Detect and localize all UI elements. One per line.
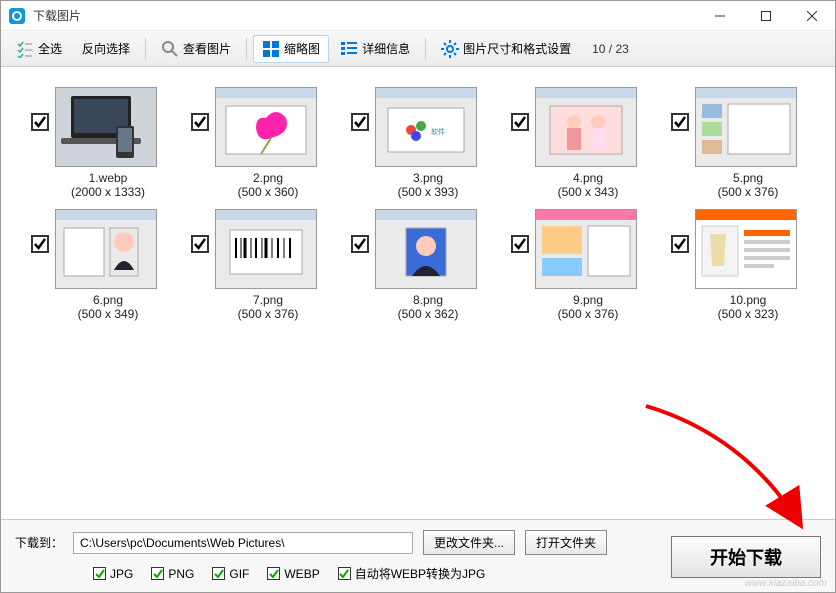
settings-button[interactable]: 图片尺寸和格式设置 (432, 35, 580, 63)
close-button[interactable] (789, 1, 835, 31)
view-image-label: 查看图片 (183, 40, 231, 57)
app-icon (9, 8, 25, 24)
select-all-label: 全选 (38, 40, 62, 57)
thumbnail-image[interactable] (55, 87, 157, 167)
thumbnail-image[interactable]: 软件 (375, 87, 477, 167)
path-input[interactable] (73, 532, 413, 554)
view-image-button[interactable]: 查看图片 (152, 35, 240, 63)
file-name: 4.png (535, 171, 641, 185)
save-to-label: 下载到： (15, 534, 63, 551)
thumbnail-checkbox[interactable] (671, 235, 689, 253)
thumbnail-checkbox[interactable] (671, 113, 689, 131)
format-gif-checkbox[interactable]: GIF (212, 567, 249, 581)
file-name: 2.png (215, 171, 321, 185)
thumbnail-item[interactable]: 6.png(500 x 349) (31, 209, 161, 321)
start-download-button[interactable]: 开始下载 (671, 536, 821, 578)
bottom-panel: 下载到： 更改文件夹... 打开文件夹 JPG PNG GIF WEBP 自动将… (1, 519, 835, 592)
format-webp-checkbox[interactable]: WEBP (267, 567, 319, 581)
image-dimensions: (500 x 376) (695, 185, 801, 199)
file-name: 5.png (695, 171, 801, 185)
settings-label: 图片尺寸和格式设置 (463, 40, 571, 57)
invert-select-label: 反向选择 (82, 40, 130, 57)
image-dimensions: (500 x 360) (215, 185, 321, 199)
image-dimensions: (2000 x 1333) (55, 185, 161, 199)
minimize-button[interactable] (697, 1, 743, 31)
image-dimensions: (500 x 393) (375, 185, 481, 199)
change-folder-button[interactable]: 更改文件夹... (423, 530, 515, 555)
file-name: 6.png (55, 293, 161, 307)
list-icon (340, 40, 358, 58)
maximize-button[interactable] (743, 1, 789, 31)
thumbnail-checkbox[interactable] (31, 113, 49, 131)
thumbnail-image[interactable] (535, 209, 637, 289)
thumbnail-checkbox[interactable] (511, 113, 529, 131)
thumbnail-grid: 1.webp(2000 x 1333) 2.png(500 x 360) 软件 3.p… (1, 67, 835, 341)
separator (246, 38, 247, 60)
file-name: 1.webp (55, 171, 161, 185)
thumbnail-image[interactable] (55, 209, 157, 289)
detail-view-button[interactable]: 详细信息 (331, 35, 419, 63)
thumbnail-checkbox[interactable] (191, 235, 209, 253)
separator (145, 38, 146, 60)
thumbnail-item[interactable]: 4.png(500 x 343) (511, 87, 641, 199)
thumbnail-image[interactable] (695, 209, 797, 289)
invert-select-button[interactable]: 反向选择 (73, 35, 139, 62)
thumbnail-image[interactable] (215, 209, 317, 289)
thumbnail-item[interactable]: 9.png(500 x 376) (511, 209, 641, 321)
thumbnail-item[interactable]: 7.png(500 x 376) (191, 209, 321, 321)
thumbnail-checkbox[interactable] (31, 235, 49, 253)
open-folder-button[interactable]: 打开文件夹 (525, 530, 607, 555)
thumbnail-item[interactable]: 1.webp(2000 x 1333) (31, 87, 161, 199)
thumbnail-image[interactable] (215, 87, 317, 167)
checklist-icon (16, 40, 34, 58)
grid-icon (262, 40, 280, 58)
thumbnail-image[interactable] (375, 209, 477, 289)
thumbnail-checkbox[interactable] (191, 113, 209, 131)
thumbnail-label: 缩略图 (284, 40, 320, 57)
file-name: 7.png (215, 293, 321, 307)
watermark: www.xiazaiba.com (745, 578, 827, 589)
image-dimensions: (500 x 362) (375, 307, 481, 321)
image-dimensions: (500 x 376) (535, 307, 641, 321)
window-title: 下载图片 (33, 7, 81, 24)
format-png-checkbox[interactable]: PNG (151, 567, 194, 581)
image-dimensions: (500 x 323) (695, 307, 801, 321)
auto-convert-checkbox[interactable]: 自动将WEBP转换为JPG (338, 565, 486, 582)
thumbnail-item[interactable]: 软件 3.png(500 x 393) (351, 87, 481, 199)
thumbnail-checkbox[interactable] (351, 113, 369, 131)
thumbnail-item[interactable]: 8.png(500 x 362) (351, 209, 481, 321)
thumbnail-item[interactable]: 2.png(500 x 360) (191, 87, 321, 199)
thumbnail-image[interactable] (535, 87, 637, 167)
thumbnail-item[interactable]: 10.png(500 x 323) (671, 209, 801, 321)
image-dimensions: (500 x 343) (535, 185, 641, 199)
separator (425, 38, 426, 60)
file-name: 10.png (695, 293, 801, 307)
toolbar: 全选 反向选择 查看图片 缩略图 详细信息 图片尺寸和格式设置 10 / 23 (1, 31, 835, 67)
file-name: 8.png (375, 293, 481, 307)
thumbnail-view-button[interactable]: 缩略图 (253, 35, 329, 63)
image-counter: 10 / 23 (592, 42, 629, 56)
image-dimensions: (500 x 349) (55, 307, 161, 321)
gear-icon (441, 40, 459, 58)
format-jpg-checkbox[interactable]: JPG (93, 567, 133, 581)
select-all-button[interactable]: 全选 (7, 35, 71, 63)
detail-label: 详细信息 (362, 40, 410, 57)
titlebar: 下载图片 (1, 1, 835, 31)
thumbnail-checkbox[interactable] (351, 235, 369, 253)
image-dimensions: (500 x 376) (215, 307, 321, 321)
thumbnail-image[interactable] (695, 87, 797, 167)
svg-text:软件: 软件 (431, 127, 445, 136)
thumbnail-item[interactable]: 5.png(500 x 376) (671, 87, 801, 199)
magnifier-icon (161, 40, 179, 58)
file-name: 3.png (375, 171, 481, 185)
thumbnail-checkbox[interactable] (511, 235, 529, 253)
file-name: 9.png (535, 293, 641, 307)
